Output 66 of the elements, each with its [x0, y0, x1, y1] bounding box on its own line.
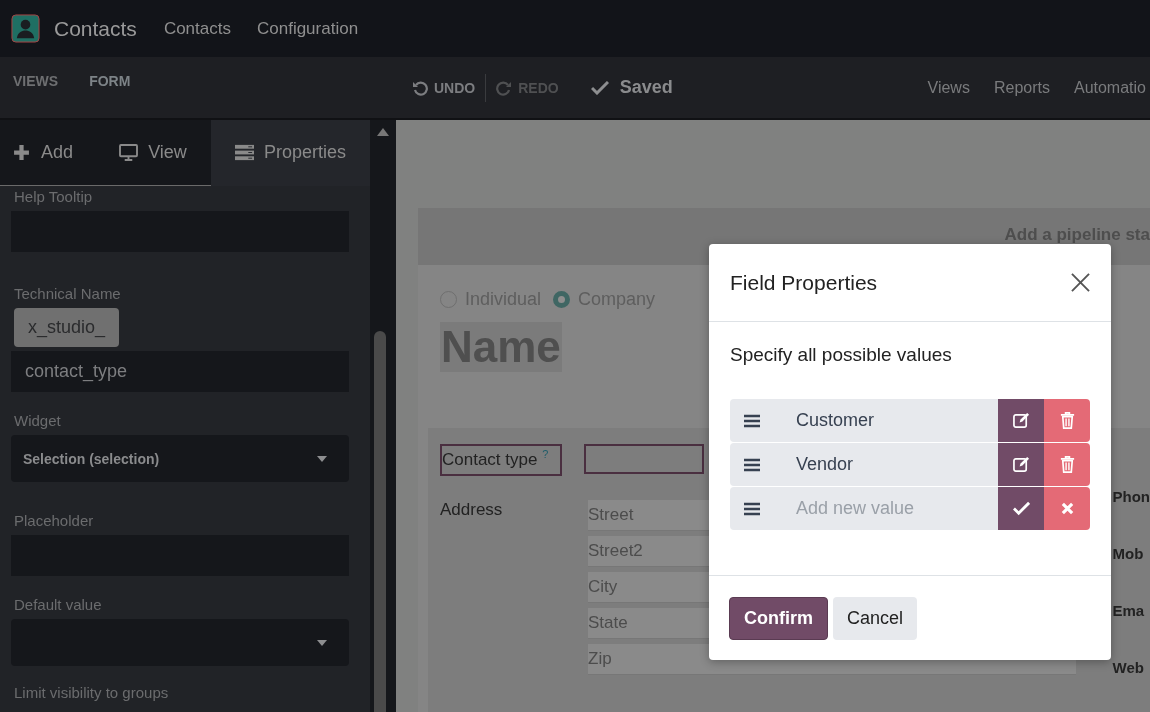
- plus-icon: [12, 144, 31, 161]
- field-label: Default value: [13, 596, 103, 613]
- field-label: Mob: [1112, 545, 1145, 562]
- server-icon: [234, 144, 254, 161]
- drag-handle-icon[interactable]: [744, 457, 760, 472]
- field-label: Widget: [13, 412, 62, 429]
- close-icon: [1060, 502, 1074, 515]
- drag-handle-icon[interactable]: [744, 501, 760, 516]
- edit-button[interactable]: [998, 399, 1044, 442]
- sidebar-tab[interactable]: View: [95, 120, 211, 186]
- edit-icon: [1012, 412, 1030, 429]
- scroll-up-icon[interactable]: [377, 128, 389, 136]
- field-label: Limit visibility to groups: [13, 684, 170, 701]
- field-label: Phon: [1112, 488, 1150, 505]
- input-field[interactable]: contact_type: [11, 351, 349, 392]
- field-label: Technical Name: [13, 285, 122, 302]
- trash-icon: [1058, 412, 1076, 429]
- input-field[interactable]: [584, 444, 704, 474]
- app-title[interactable]: Contacts: [54, 16, 137, 41]
- edit-icon: [1012, 456, 1030, 473]
- breadcrumb-tab[interactable]: VIEWS: [13, 73, 59, 89]
- input-field[interactable]: Add new value: [796, 498, 998, 519]
- field-label: Placeholder: [13, 512, 95, 529]
- save-status: Saved: [619, 77, 673, 98]
- breadcrumb-tab[interactable]: FORM: [89, 73, 131, 89]
- field-label[interactable]: Contact type $^{?}$: [440, 444, 562, 476]
- confirm-button[interactable]: Confirm: [729, 597, 828, 640]
- field-label: Address: [440, 499, 504, 521]
- drag-handle-icon[interactable]: [744, 413, 760, 428]
- field-label: Ema: [1112, 602, 1146, 619]
- nav-menu-item[interactable]: Contacts: [163, 18, 231, 39]
- app-logo-icon[interactable]: [11, 14, 40, 43]
- studio-menu-item[interactable]: Views: [927, 78, 970, 97]
- studio-menu-item[interactable]: Automatio: [1073, 78, 1146, 97]
- edit-button[interactable]: [998, 443, 1044, 486]
- delete-button[interactable]: [1044, 399, 1090, 442]
- close-icon[interactable]: [1071, 273, 1090, 292]
- scrollbar-thumb[interactable]: [374, 331, 386, 712]
- undo-button[interactable]: UNDO: [400, 79, 486, 96]
- undo-icon: [412, 79, 428, 96]
- confirm-value-button[interactable]: [998, 487, 1044, 530]
- prefix-badge: x_studio_: [14, 308, 120, 347]
- redo-icon: [496, 79, 513, 96]
- select-field[interactable]: [11, 619, 349, 666]
- input-field[interactable]: Add new value: [730, 487, 998, 530]
- studio-menu-item[interactable]: Reports: [993, 78, 1050, 97]
- nav-menu-item[interactable]: Configuration: [256, 18, 359, 39]
- delete-button[interactable]: [1044, 443, 1090, 486]
- sidebar-tab[interactable]: Add: [0, 120, 95, 186]
- radio-button[interactable]: [553, 291, 571, 308]
- caret-icon: [317, 639, 327, 646]
- field-label: Web: [1112, 659, 1145, 676]
- check-icon: [590, 80, 609, 95]
- value-label: Customer: [796, 410, 876, 431]
- select-field[interactable]: Selection (selection): [11, 435, 349, 482]
- sidebar-tab[interactable]: Properties: [211, 120, 370, 186]
- dialog-title: Field Properties: [730, 270, 878, 295]
- field-label: Help Tooltip: [13, 188, 94, 205]
- check-icon: [1012, 500, 1030, 517]
- cancel-button[interactable]: Cancel: [833, 597, 918, 640]
- caret-icon: [317, 455, 327, 462]
- discard-button[interactable]: [1044, 487, 1090, 530]
- value-label: Vendor: [796, 454, 855, 475]
- dialog-prompt: Specify all possible values: [730, 344, 953, 366]
- trash-icon: [1058, 456, 1076, 473]
- monitor-icon: [119, 144, 139, 161]
